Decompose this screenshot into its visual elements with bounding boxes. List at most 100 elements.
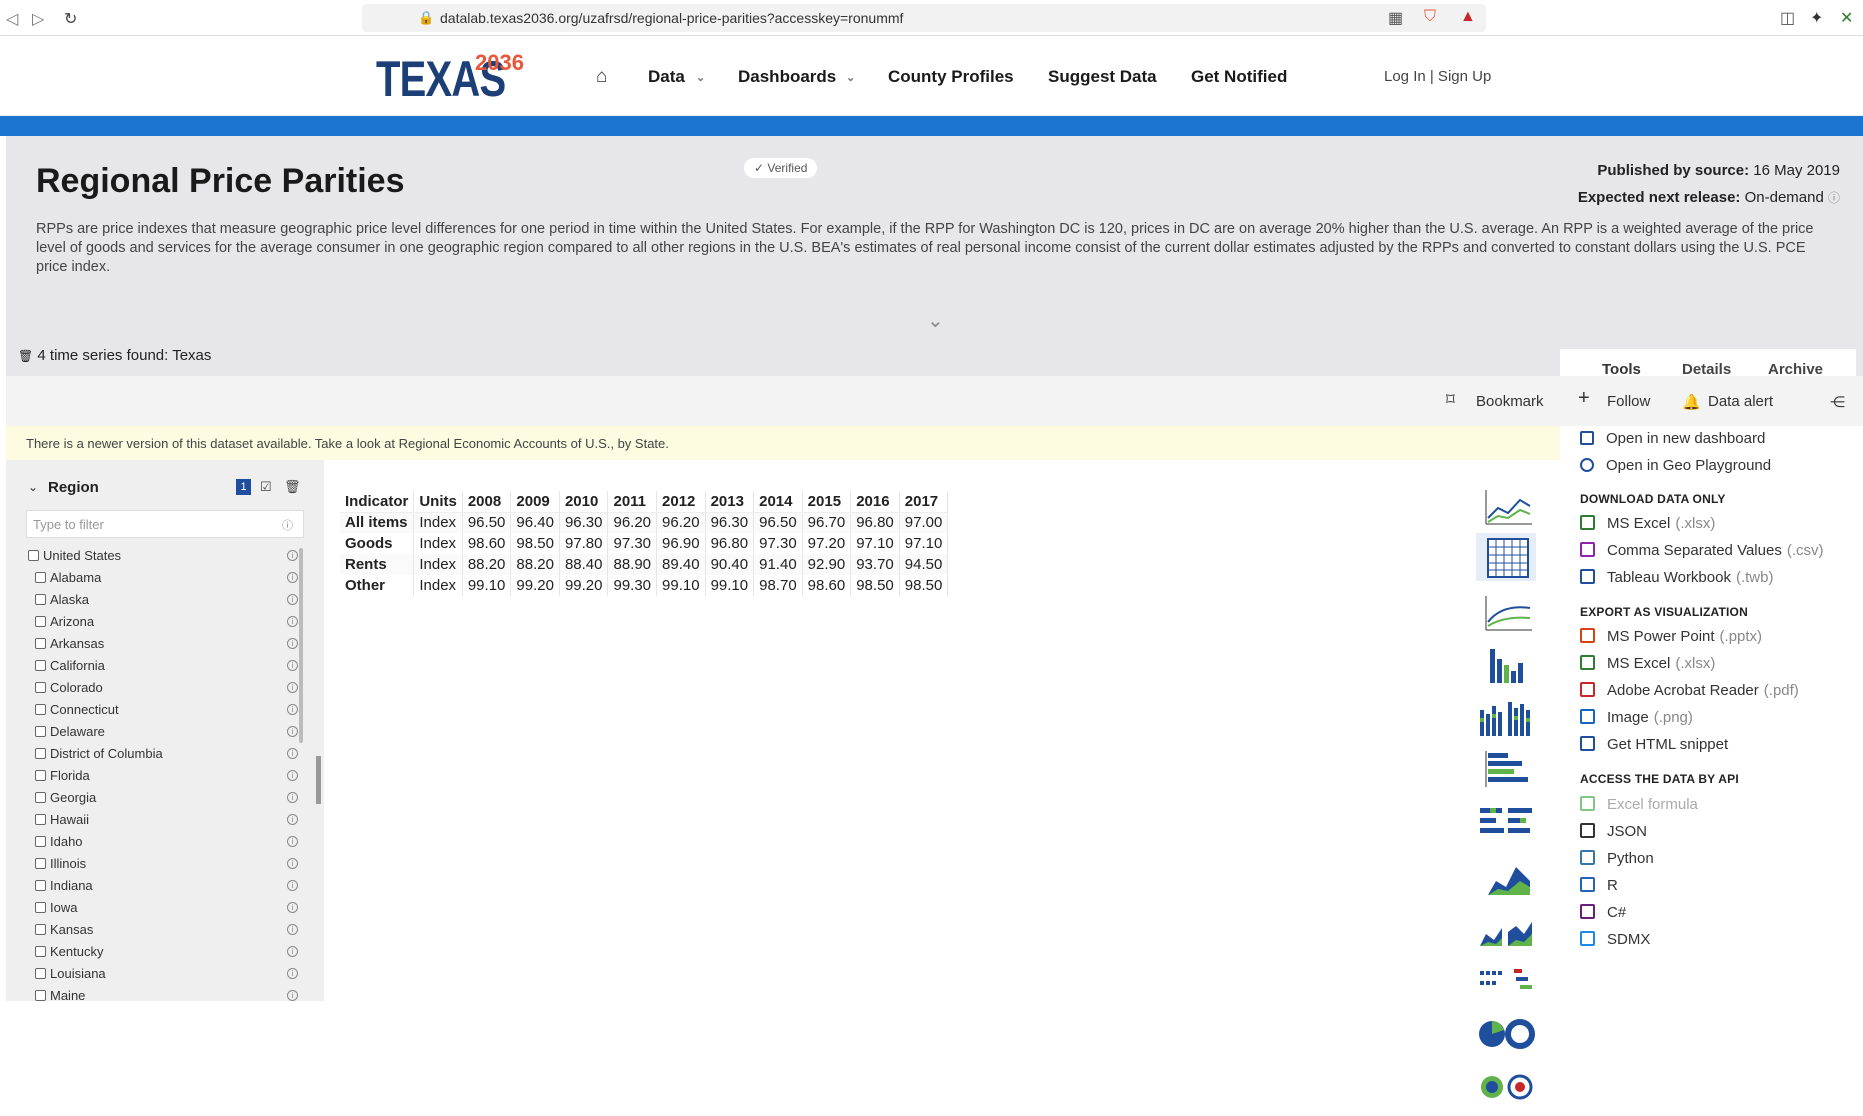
area-chart-icon[interactable] [1476,851,1536,899]
open-dashboard-link[interactable]: Open in new dashboard [1580,430,1765,447]
region-checkbox[interactable] [35,924,46,935]
collapse-chevron-icon[interactable]: ⌄ [28,480,38,494]
info-icon[interactable]: i [287,946,298,957]
clear-filter-icon[interactable]: 🗑 [284,479,301,495]
region-checkbox[interactable] [35,616,46,627]
region-item[interactable]: Iowa i [28,900,298,922]
info-icon[interactable]: i [287,880,298,891]
info-icon[interactable]: i [287,726,298,737]
exports-item[interactable]: Image (.png) [1580,709,1693,726]
stacked-area-icon[interactable] [1476,904,1536,952]
region-checkbox[interactable] [35,902,46,913]
column-header[interactable]: 2011 [607,491,658,513]
nav-dashboards[interactable]: Dashboards [738,67,836,87]
brave-shield-icon[interactable]: ⛉ [1424,8,1436,26]
nav-get-notified[interactable]: Get Notified [1191,67,1287,87]
region-item[interactable]: Kentucky i [28,944,298,966]
exports-item[interactable]: Adobe Acrobat Reader (.pdf) [1580,682,1799,699]
info-icon[interactable]: i [287,594,298,605]
info-icon[interactable]: i [287,968,298,979]
rewards-icon[interactable]: ▲ [1460,8,1476,26]
info-icon[interactable]: ⓘ [1828,191,1840,205]
info-icon[interactable]: i [287,792,298,803]
region-checkbox[interactable] [28,550,39,561]
bookmark-button[interactable]: Bookmark [1476,393,1544,410]
stacked-column-icon[interactable] [1476,692,1536,740]
region-item[interactable]: Illinois i [28,856,298,878]
region-item[interactable]: Indiana i [28,878,298,900]
region-item[interactable]: Connecticut i [28,702,298,724]
expand-chevron-icon[interactable]: ⌄ [927,308,944,333]
region-checkbox[interactable] [35,858,46,869]
info-icon[interactable]: i [287,550,298,561]
column-header[interactable]: 2010 [559,491,609,513]
qr-icon[interactable]: ▦ [1388,8,1403,28]
bookmark-icon[interactable]: ⌑ [1446,390,1455,410]
info-icon[interactable]: i [287,814,298,825]
api-item[interactable]: Excel formula [1580,796,1698,813]
region-checkbox[interactable] [35,814,46,825]
region-checkbox[interactable] [35,638,46,649]
info-icon[interactable]: i [287,660,298,671]
region-checkbox[interactable] [35,880,46,891]
region-item[interactable]: Maine i [28,988,298,1010]
api-item[interactable]: Python [1580,850,1654,867]
exports-item[interactable]: Get HTML snippet [1580,736,1728,753]
region-checkbox[interactable] [35,836,46,847]
dot-matrix-icon[interactable] [1476,957,1536,1005]
column-header[interactable]: 2013 [705,491,755,513]
region-checkbox[interactable] [35,594,46,605]
column-header[interactable]: 2016 [850,491,900,513]
region-filter-input[interactable]: Type to filter [26,510,304,538]
region-checkbox[interactable] [35,660,46,671]
share-icon[interactable]: ⋲ [1830,393,1845,411]
region-checkbox[interactable] [35,968,46,979]
info-icon[interactable]: i [287,682,298,693]
api-item[interactable]: JSON [1580,823,1647,840]
column-header[interactable]: 2008 [462,491,512,513]
region-checkbox[interactable] [35,682,46,693]
region-item[interactable]: California i [28,658,298,680]
region-checkbox[interactable] [35,572,46,583]
info-icon[interactable]: i [287,858,298,869]
region-item[interactable]: United States i [28,548,298,570]
pie-chart-icon[interactable] [1476,1010,1536,1058]
region-checkbox[interactable] [35,704,46,715]
table-view-icon[interactable] [1476,533,1536,581]
info-icon[interactable]: i [287,990,298,1001]
column-header[interactable]: Units [413,491,463,513]
login-link[interactable]: Log In | Sign Up [1384,68,1491,85]
region-scrollbar[interactable] [299,548,303,743]
nav-suggest-data[interactable]: Suggest Data [1048,67,1157,87]
filter-info-icon[interactable]: ⓘ [282,517,293,533]
extensions-icon[interactable]: ✦ [1810,8,1823,28]
column-header[interactable]: 2017 [899,491,949,513]
exports-item[interactable]: MS Excel (.xlsx) [1580,655,1715,672]
select-all-icon[interactable]: ☑ [260,479,272,495]
extension-x-icon[interactable]: ✕ [1840,8,1853,28]
region-checkbox[interactable] [35,990,46,1001]
info-icon[interactable]: i [287,770,298,781]
follow-button[interactable]: Follow [1607,393,1650,410]
region-checkbox[interactable] [35,770,46,781]
plus-icon[interactable]: + [1578,387,1590,410]
region-item[interactable]: Alabama i [28,570,298,592]
trash-icon[interactable]: 🗑 [18,349,33,363]
radial-chart-icon[interactable] [1476,1063,1536,1111]
downloads-item[interactable]: MS Excel (.xlsx) [1580,515,1715,532]
forward-icon[interactable]: ▷ [32,9,44,29]
downloads-item[interactable]: Tableau Workbook (.twb) [1580,569,1773,586]
info-icon[interactable]: i [287,836,298,847]
region-item[interactable]: Idaho i [28,834,298,856]
region-item[interactable]: Hawaii i [28,812,298,834]
region-item[interactable]: Arkansas i [28,636,298,658]
back-icon[interactable]: ◁ [6,9,18,29]
data-alert-button[interactable]: Data alert [1708,393,1773,410]
api-item[interactable]: SDMX [1580,931,1650,948]
column-header[interactable]: 2015 [802,491,852,513]
region-item[interactable]: Alaska i [28,592,298,614]
exports-item[interactable]: MS Power Point (.pptx) [1580,628,1762,645]
info-icon[interactable]: i [287,748,298,759]
region-item[interactable]: Georgia i [28,790,298,812]
region-checkbox[interactable] [35,726,46,737]
